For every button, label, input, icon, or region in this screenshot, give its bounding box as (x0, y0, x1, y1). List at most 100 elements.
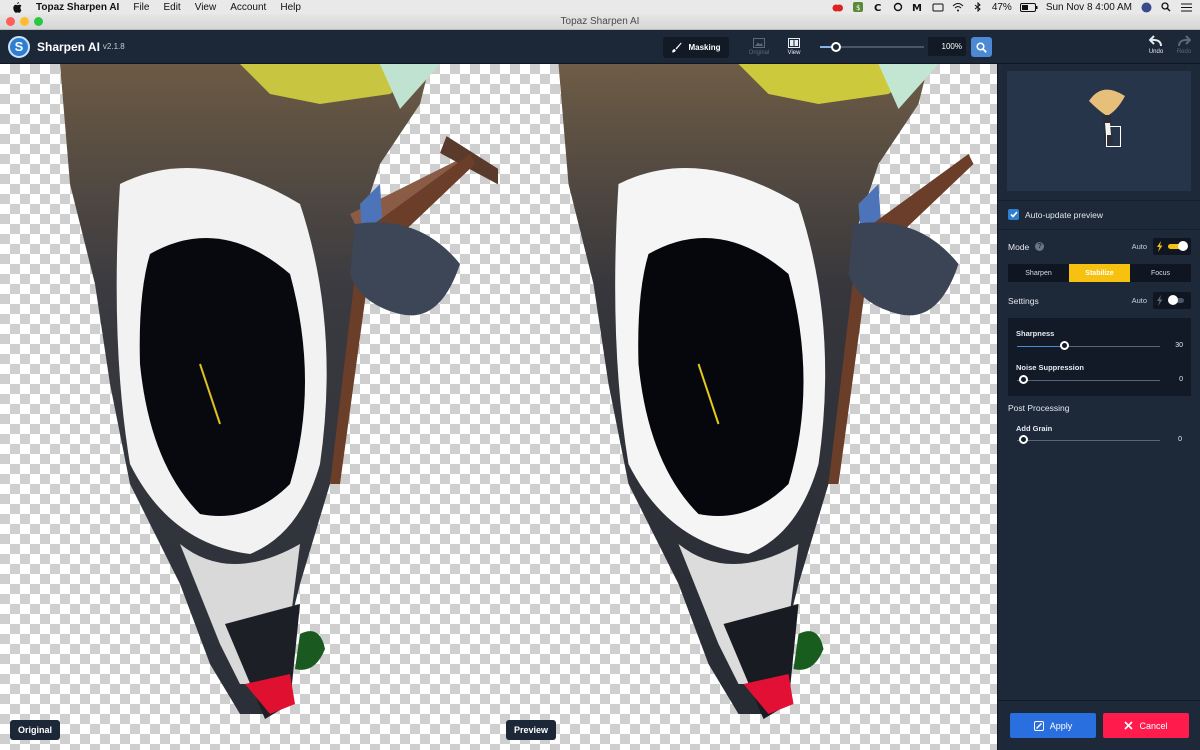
masking-label: Masking (688, 43, 721, 52)
battery-icon[interactable] (1019, 2, 1038, 12)
creative-cloud-icon[interactable] (832, 2, 844, 12)
add-grain-value: 0 (1178, 436, 1182, 443)
zoom-button[interactable] (971, 37, 992, 57)
undo-arrow-icon (1149, 35, 1162, 47)
separator (998, 200, 1200, 201)
noise-suppression-value: 0 (1179, 376, 1183, 383)
sharpen-logo-icon: S (8, 35, 30, 58)
battery-percent: 47% (991, 1, 1012, 13)
menu-view[interactable]: View (195, 2, 217, 13)
mode-row: Mode ? Auto (1008, 238, 1191, 255)
app-toolbar: S Sharpen AI v2.1.8 Masking Original Vie… (0, 30, 1200, 64)
help-icon[interactable]: ? (1035, 242, 1045, 251)
mode-auto-toggle[interactable] (1153, 238, 1191, 255)
sharpness-slider-fill (1017, 346, 1065, 347)
post-processing-label: Post Processing (1008, 403, 1070, 413)
separator (998, 229, 1200, 230)
app-version: v2.1.8 (102, 42, 125, 51)
lightning-icon (1157, 295, 1163, 306)
bluetooth-icon[interactable] (972, 2, 984, 12)
window-title-bar: Topaz Sharpen AI (0, 14, 1200, 30)
menu-help[interactable]: Help (280, 2, 301, 13)
extension-icon[interactable]: $ (852, 2, 864, 12)
settings-label: Settings (1008, 295, 1039, 306)
add-grain-slider-handle[interactable] (1019, 435, 1028, 444)
svg-text:C: C (874, 3, 881, 12)
apply-label: Apply (1049, 720, 1073, 731)
image-canvas[interactable]: Original Preview (0, 64, 997, 750)
preview-label: Preview (506, 720, 557, 740)
user-icon[interactable] (1140, 2, 1152, 12)
c-icon[interactable]: C (872, 2, 884, 12)
mode-selector[interactable]: Sharpen Stabilize Focus (1008, 264, 1191, 282)
view-mode-label: View (787, 50, 801, 56)
app-name: Sharpen AI (37, 39, 100, 54)
preview-view[interactable]: Preview (498, 64, 997, 750)
redo-button[interactable]: Redo (1170, 35, 1198, 59)
original-label: Original (10, 720, 61, 740)
search-icon[interactable] (1160, 2, 1172, 12)
menu-account[interactable]: Account (230, 2, 266, 13)
checkmark-icon (1009, 211, 1018, 218)
control-center-icon[interactable] (1180, 2, 1192, 12)
navigator-thumbnail[interactable] (1007, 71, 1191, 191)
mode-label: Mode (1008, 241, 1030, 252)
settings-auto-label: Auto (1131, 296, 1147, 305)
wifi-icon[interactable] (952, 2, 964, 12)
undo-label: Undo (1148, 49, 1164, 55)
mode-auto-toggle-knob (1178, 241, 1188, 251)
menu-edit[interactable]: Edit (163, 2, 180, 13)
separator (998, 700, 1200, 701)
original-view[interactable]: Original (0, 64, 498, 750)
svg-text:$: $ (856, 4, 860, 12)
cancel-button[interactable]: Cancel (1103, 713, 1189, 738)
settings-panel: Auto-update preview Mode ? Auto Sharpen … (997, 64, 1200, 750)
bird-image-preview (558, 64, 974, 719)
split-view-icon (788, 38, 800, 48)
menu-datetime[interactable]: Sun Nov 8 4:00 AM (1046, 2, 1132, 13)
original-view-label: Original (748, 50, 770, 56)
apply-icon (1033, 720, 1044, 731)
navigator-bird-image (1089, 89, 1125, 147)
masking-button[interactable]: Masking (663, 37, 729, 58)
zoom-slider-handle[interactable] (830, 42, 841, 52)
menu-file[interactable]: File (133, 2, 149, 13)
sync-icon[interactable] (892, 2, 904, 12)
mode-focus-button[interactable]: Focus (1130, 264, 1191, 282)
brush-icon (672, 42, 682, 53)
malwarebytes-icon[interactable]: M (912, 2, 924, 12)
redo-arrow-icon (1178, 35, 1191, 47)
menu-app-name[interactable]: Topaz Sharpen AI (36, 2, 119, 13)
cancel-label: Cancel (1139, 720, 1168, 731)
noise-suppression-slider-track[interactable] (1017, 380, 1160, 381)
apply-button[interactable]: Apply (1010, 713, 1096, 738)
close-window-button[interactable] (6, 17, 15, 26)
original-view-button[interactable]: Original (744, 35, 774, 59)
navigator-viewport-rect[interactable] (1106, 126, 1121, 147)
auto-update-row[interactable]: Auto-update preview (1008, 209, 1191, 220)
bird-image-original (60, 64, 498, 719)
mode-auto-label: Auto (1131, 242, 1147, 251)
zoom-window-button[interactable] (34, 17, 43, 26)
magnifier-icon (976, 41, 987, 53)
add-grain-slider-track[interactable] (1017, 440, 1160, 441)
apple-icon[interactable] (10, 1, 24, 13)
minimize-window-button[interactable] (20, 17, 29, 26)
sharpness-value: 30 (1175, 342, 1183, 349)
wacom-icon[interactable] (932, 2, 944, 12)
mode-sharpen-button[interactable]: Sharpen (1008, 264, 1069, 282)
redo-label: Redo (1176, 49, 1192, 55)
auto-update-label: Auto-update preview (1025, 209, 1103, 220)
sharpness-slider-handle[interactable] (1060, 341, 1070, 350)
window-title: Topaz Sharpen AI (560, 16, 640, 27)
auto-update-checkbox[interactable] (1008, 209, 1019, 220)
undo-button[interactable]: Undo (1142, 35, 1170, 59)
settings-auto-toggle-knob (1168, 295, 1178, 305)
zoom-level-field[interactable]: 100% (928, 37, 966, 56)
noise-suppression-slider-handle[interactable] (1019, 375, 1028, 384)
macos-menu-bar: Topaz Sharpen AI File Edit View Account … (0, 0, 1200, 14)
mode-stabilize-button[interactable]: Stabilize (1069, 264, 1130, 282)
settings-auto-toggle[interactable] (1153, 292, 1191, 309)
view-mode-button[interactable]: View (779, 35, 809, 59)
settings-row: Settings Auto (1008, 292, 1191, 309)
